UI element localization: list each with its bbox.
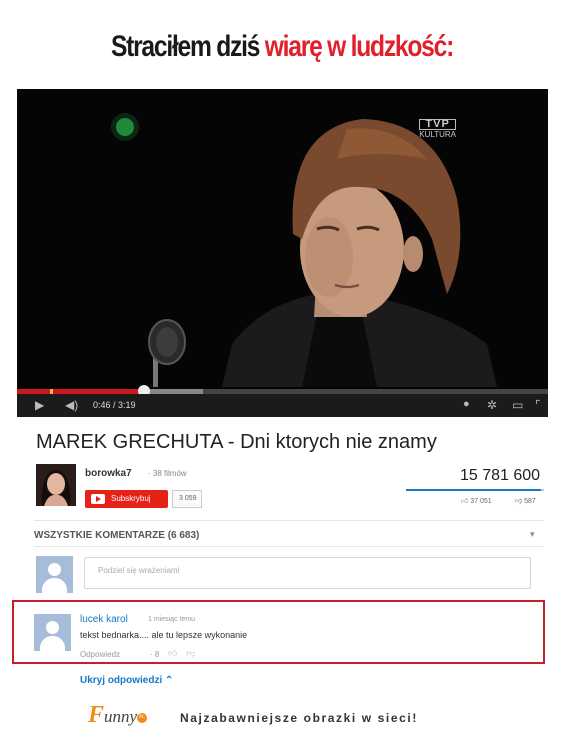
comments-header[interactable]: WSZYSTKIE KOMENTARZE (6 683) [34,530,199,541]
headline: Straciłem dziś wiarę w ludzkość: [51,30,513,64]
comment-time[interactable]: 1 miesiąc temu [148,616,195,623]
headline-part1: Straciłem dziś [110,30,265,63]
volume-icon[interactable]: ◀) [65,398,78,412]
like-count: 37 051 [470,498,492,505]
tvp-logo-sub: KULTURA [419,130,456,139]
comment-like-count: · 8 [150,650,160,659]
reply-button[interactable]: Odpowiedz [80,650,120,659]
view-count: 15 781 600 [460,467,541,484]
captions-icon[interactable]: ● [463,398,470,410]
comment-like-icon[interactable]: 👍︎ [168,648,177,659]
dislike-button[interactable]: 👎︎ 587 [515,496,536,505]
user-avatar [36,556,73,593]
subscribe-button[interactable]: Subskrybuj [85,490,168,508]
channel-avatar[interactable] [36,464,76,506]
dislike-count: 587 [524,498,536,505]
commenter-avatar[interactable] [34,614,71,651]
comment-text: tekst bednarka.... ale tu lepsze wykonan… [80,630,248,640]
tvp-logo: TVP [419,119,456,130]
subscriber-count: 3 059 [172,490,202,508]
player-controls: ▶ ◀) 0:46 / 3:19 ● ✲ ▭ ⌜ [17,394,548,417]
like-ratio-fill [406,489,542,491]
funny-logo: Funny PL [88,702,148,729]
like-button[interactable]: 👍︎ 37 051 [461,496,492,505]
tvp-watermark: TVP KULTURA [419,119,456,139]
divider [34,546,544,547]
theater-icon[interactable]: ▭ [512,398,523,412]
comment-author[interactable]: lucek karol [80,614,128,625]
thumbs-up-icon: 👍︎ [461,498,471,505]
video-frame [17,89,548,387]
headline-part2: wiarę w ludzkość: [264,30,454,63]
video-title: MAREK GRECHUTA - Dni ktorych nie znamy [36,431,437,453]
channel-name[interactable]: borowka7 [85,468,132,479]
chevron-down-icon[interactable]: ▾ [530,529,535,540]
video-player[interactable]: TVP KULTURA ▶ ◀) 0:46 / 3:19 ● ✲ ▭ ⌜ [17,89,548,417]
comment-input-placeholder: Podziel się wrażeniami [98,566,180,575]
divider [34,520,544,521]
channel-film-count: · 38 filmów [148,469,187,478]
play-icon[interactable]: ▶ [35,398,44,412]
thumbs-down-icon: 👎︎ [515,498,525,505]
hide-replies-link[interactable]: Ukryj odpowiedzi ⌃ [80,675,173,686]
time-display: 0:46 / 3:19 [93,400,136,410]
gear-icon[interactable]: ✲ [487,398,497,412]
comment-dislike-icon[interactable]: 👎︎ [186,648,195,659]
subscribe-label: Subskrybuj [111,494,151,503]
youtube-icon [91,494,105,504]
fullscreen-icon[interactable]: ⌜ [535,398,541,412]
footer-slogan: Najzabawniejsze obrazki w sieci! [180,711,418,725]
